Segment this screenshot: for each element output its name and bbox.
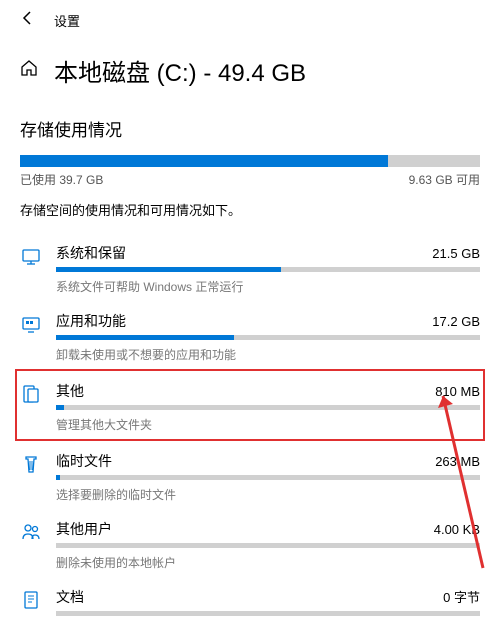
category-bar [56, 405, 480, 410]
storage-progress-fill [20, 155, 388, 167]
category-desc: 选择要删除的临时文件 [56, 486, 480, 503]
category-size: 17.2 GB [432, 314, 480, 329]
category-name: 临时文件 [56, 451, 112, 471]
category-body: 临时文件 263 MB 选择要删除的临时文件 [56, 451, 480, 503]
category-body: 应用和功能 17.2 GB 卸载未使用或不想要的应用和功能 [56, 311, 480, 363]
category-bar [56, 335, 480, 340]
docs-icon [20, 589, 42, 611]
free-label: 9.63 GB 可用 [409, 171, 480, 188]
category-size: 810 MB [435, 384, 480, 399]
category-item-other[interactable]: 其他 810 MB 管理其他大文件夹 [15, 369, 485, 441]
category-body: 系统和保留 21.5 GB 系统文件可帮助 Windows 正常运行 [56, 243, 480, 295]
category-desc: 系统文件可帮助 Windows 正常运行 [56, 278, 480, 295]
temp-icon [20, 453, 42, 475]
category-name: 其他 [56, 381, 84, 401]
storage-description: 存储空间的使用情况和可用情况如下。 [20, 200, 480, 219]
used-label: 已使用 39.7 GB [20, 171, 103, 188]
category-bar [56, 475, 480, 480]
category-size: 21.5 GB [432, 246, 480, 261]
category-body: 其他用户 4.00 KB 删除未使用的本地帐户 [56, 519, 480, 571]
category-item-apps[interactable]: 应用和功能 17.2 GB 卸载未使用或不想要的应用和功能 [20, 301, 480, 369]
category-name: 系统和保留 [56, 243, 126, 263]
category-desc: 管理其他大文件夹 [56, 416, 480, 433]
title-row: 本地磁盘 (C:) - 49.4 GB [0, 39, 500, 98]
category-bar-fill [56, 475, 60, 480]
category-name: 应用和功能 [56, 311, 126, 331]
home-icon[interactable] [20, 59, 38, 82]
category-list: 系统和保留 21.5 GB 系统文件可帮助 Windows 正常运行应用和功能 17.… [0, 233, 500, 628]
category-desc: 删除未使用的本地帐户 [56, 554, 480, 571]
apps-icon [20, 313, 42, 335]
header-bar: 设置 [0, 0, 500, 39]
category-size: 263 MB [435, 454, 480, 469]
storage-progress-bar [20, 155, 480, 167]
category-item-docs[interactable]: 文档 0 字节 [20, 577, 480, 628]
storage-section: 存储使用情况 已使用 39.7 GB 9.63 GB 可用 存储空间的使用情况和… [0, 98, 500, 219]
page-title: 本地磁盘 (C:) - 49.4 GB [54, 53, 306, 88]
category-name: 文档 [56, 587, 84, 607]
category-size: 0 字节 [443, 587, 480, 606]
category-body: 其他 810 MB 管理其他大文件夹 [56, 381, 480, 433]
category-name: 其他用户 [56, 519, 112, 539]
storage-labels: 已使用 39.7 GB 9.63 GB 可用 [20, 171, 480, 188]
category-bar [56, 611, 480, 616]
arrow-left-icon [20, 10, 36, 26]
category-size: 4.00 KB [434, 522, 480, 537]
category-bar [56, 543, 480, 548]
header-title: 设置 [54, 11, 80, 30]
category-body: 文档 0 字节 [56, 587, 480, 622]
category-bar-fill [56, 405, 64, 410]
system-icon [20, 245, 42, 267]
category-bar [56, 267, 480, 272]
category-item-temp[interactable]: 临时文件 263 MB 选择要删除的临时文件 [20, 441, 480, 509]
category-bar-fill [56, 335, 234, 340]
category-item-users[interactable]: 其他用户 4.00 KB 删除未使用的本地帐户 [20, 509, 480, 577]
other-icon [20, 383, 42, 405]
users-icon [20, 521, 42, 543]
category-item-system[interactable]: 系统和保留 21.5 GB 系统文件可帮助 Windows 正常运行 [20, 233, 480, 301]
back-button[interactable] [20, 10, 36, 31]
category-desc: 卸载未使用或不想要的应用和功能 [56, 346, 480, 363]
section-title: 存储使用情况 [20, 116, 480, 141]
category-bar-fill [56, 267, 281, 272]
